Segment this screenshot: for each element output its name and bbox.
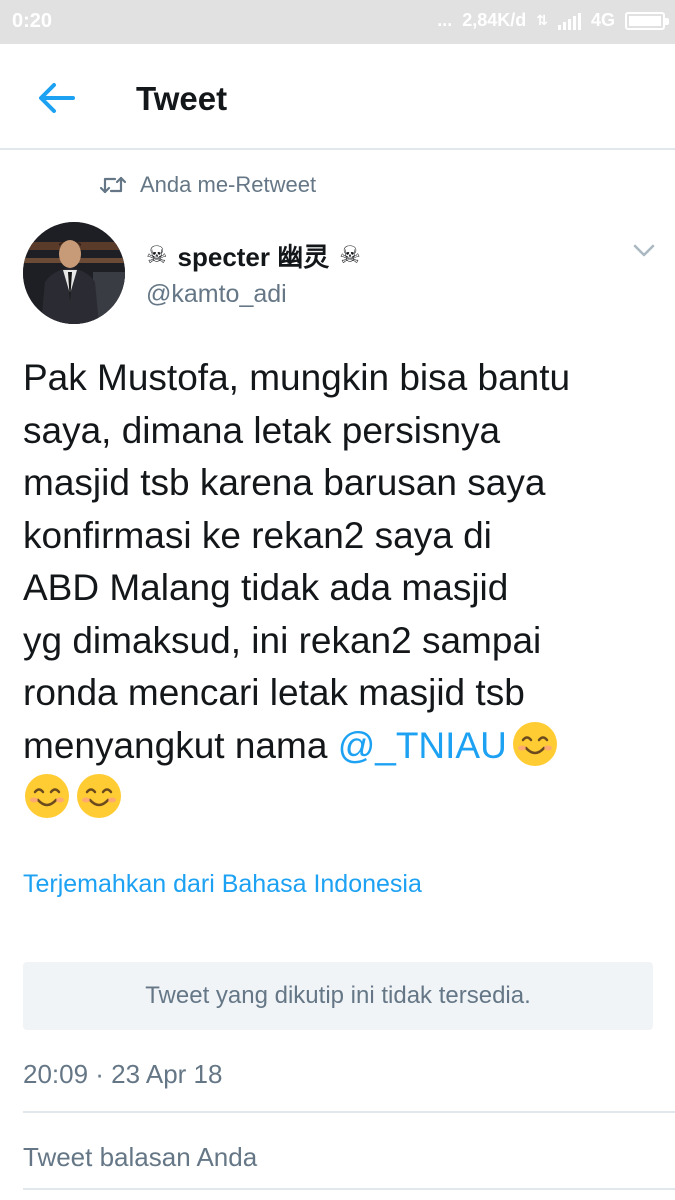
tweet-text-line: yg dimaksud, ini rekan2 sampai (23, 619, 542, 661)
author-handle[interactable]: @kamto_adi (146, 280, 287, 309)
back-button[interactable] (30, 78, 82, 118)
smiling-face-icon (512, 721, 557, 766)
network-speed: 2,84K/d (462, 10, 527, 30)
tweet-text-line: saya, dimana letak persisnya (23, 409, 501, 451)
page-title: Tweet (136, 80, 228, 117)
skull-crossbones-icon: ☠ (146, 242, 168, 269)
tweet-options-button[interactable] (630, 240, 658, 262)
translate-link[interactable]: Terjemahkan dari Bahasa Indonesia (23, 870, 422, 899)
smiling-face-icon (77, 774, 121, 818)
app-bar: Tweet (0, 44, 675, 150)
tweet-text-fragment: menyangkut nama (23, 724, 338, 766)
tweet-text-line: ronda mencari letak masjid tsb (23, 672, 525, 713)
tweet-text: Pak Mustofa, mungkin bisa bantu saya, di… (23, 352, 653, 825)
tweet-text-line: ABD Malang tidak ada masjid (23, 567, 509, 608)
tweet-text-line: Pak Mustofa, mungkin bisa bantu (23, 357, 571, 398)
skull-crossbones-icon: ☠ (339, 242, 361, 269)
tweet-text-line: konfirmasi ke rekan2 saya di (23, 514, 492, 556)
notification-dots: ... (437, 10, 453, 30)
divider (23, 1111, 675, 1113)
divider (23, 1188, 675, 1190)
status-bar: 0:20 ... 2,84K/d ⇅ 4G (0, 0, 675, 44)
arrow-left-icon (39, 83, 75, 113)
retweet-icon (100, 176, 126, 194)
signal-icon (557, 12, 581, 30)
quoted-tweet-unavailable-text: Tweet yang dikutip ini tidak tersedia. (145, 982, 531, 1009)
tweet-text-line (23, 772, 653, 825)
tweet-text-line-last: menyangkut nama @_TNIAU (23, 720, 653, 773)
smiling-face-icon (25, 774, 69, 818)
avatar[interactable] (23, 222, 125, 324)
quoted-tweet-unavailable: Tweet yang dikutip ini tidak tersedia. (23, 962, 653, 1030)
reply-input[interactable]: Tweet balasan Anda (23, 1142, 257, 1173)
data-arrows-icon: ⇅ (536, 12, 548, 28)
mention-link[interactable]: @_TNIAU (338, 725, 507, 766)
author-display-name[interactable]: ☠ specter 幽灵 ☠ (146, 237, 361, 274)
tweet-text-line: masjid tsb karena barusan saya (23, 462, 546, 503)
status-time: 0:20 (12, 10, 53, 32)
retweet-context-label: Anda me-Retweet (140, 172, 317, 197)
retweet-context: Anda me-Retweet (100, 172, 316, 198)
status-indicators: ... 2,84K/d ⇅ 4G (437, 10, 669, 31)
avatar-photo (23, 222, 125, 324)
network-type: 4G (590, 10, 615, 30)
chevron-down-icon (633, 244, 655, 257)
author-name: specter 幽灵 (177, 242, 330, 272)
tweet-timestamp: 20:09 · 23 Apr 18 (23, 1059, 223, 1089)
battery-level (629, 15, 661, 26)
battery-icon (625, 11, 669, 30)
